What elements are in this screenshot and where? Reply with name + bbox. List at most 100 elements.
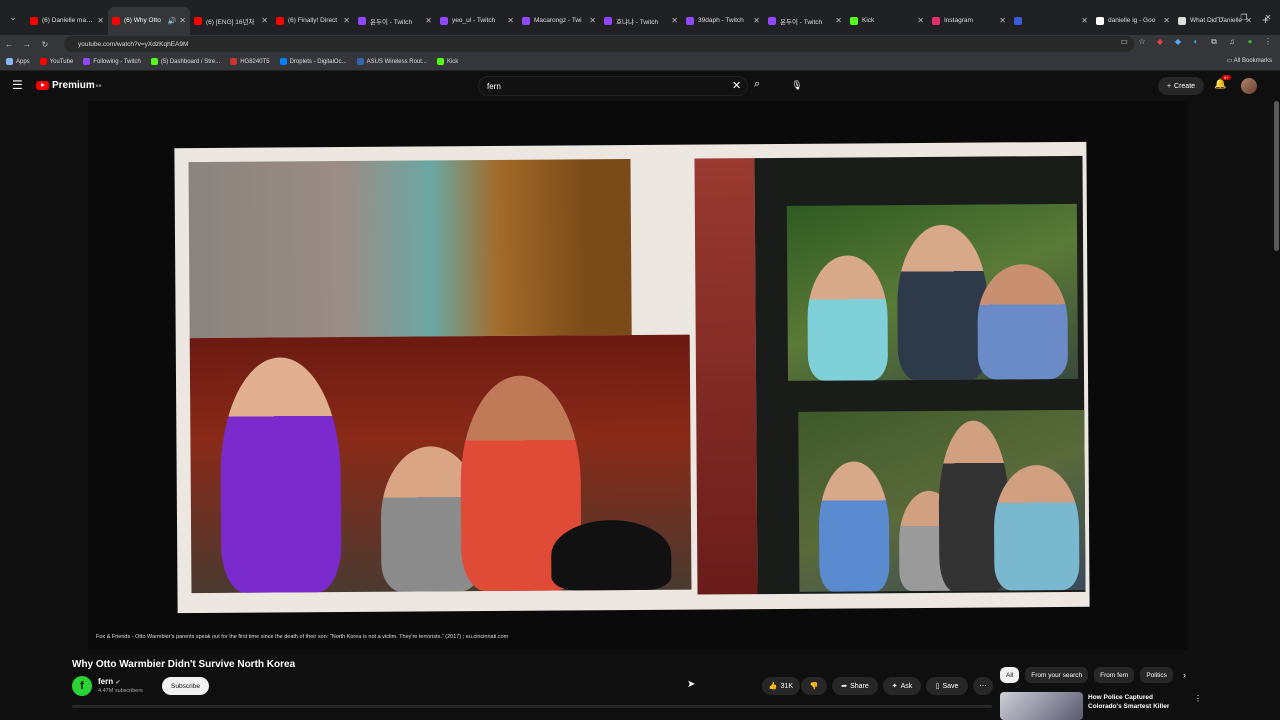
media-icon[interactable]: ♫ (1226, 37, 1238, 47)
tab-close-icon[interactable]: ✕ (917, 16, 924, 25)
browser-tab[interactable]: 39daph - Twitch ✕ (682, 7, 764, 35)
tab-close-icon[interactable]: ✕ (1081, 16, 1088, 25)
like-button[interactable]: 👍 31K (762, 677, 800, 695)
puzzle-icon[interactable]: ⧉ (1208, 37, 1220, 47)
logo-text: Premium (52, 80, 95, 91)
back-icon[interactable]: ← (0, 40, 18, 49)
save-button[interactable]: ▯ Save (926, 677, 968, 695)
tab-close-icon[interactable]: ✕ (507, 16, 514, 25)
dislike-button[interactable]: 👎 (801, 677, 827, 695)
kebab-menu-icon[interactable]: ⋮ (1262, 37, 1274, 47)
video-player[interactable] (88, 101, 1187, 650)
bookmark-item[interactable]: YouTube (39, 58, 73, 65)
chip-all[interactable]: All (1000, 667, 1020, 683)
tab-favicon-icon (1096, 16, 1104, 25)
bookmark-icon: ▯ (935, 683, 940, 690)
tab-close-icon[interactable]: ✕ (753, 16, 760, 25)
youtube-premium-logo[interactable]: Premium KR (36, 80, 102, 91)
page-scrollbar[interactable] (1274, 101, 1279, 251)
create-button[interactable]: + Create (1158, 77, 1204, 95)
bookmark-item[interactable]: Apps (6, 58, 30, 65)
recommendation-thumbnail[interactable] (1000, 692, 1083, 720)
search-input[interactable]: fern (478, 76, 748, 96)
tab-favicon-icon (112, 16, 120, 25)
bookmark-label: Kick (446, 58, 459, 65)
search-icon[interactable]: ⌕ (754, 78, 760, 91)
browser-tab[interactable]: (6) Danielle marsh ✕ (26, 7, 108, 35)
tab-close-icon[interactable]: ✕ (671, 16, 678, 25)
url-field[interactable]: youtube.com/watch?v=yXdzKqhEA9M (64, 36, 1134, 52)
recommendation-title[interactable]: How Police Captured Colorado's Smartest … (1088, 693, 1188, 720)
extension-icon[interactable]: ◆ (1172, 37, 1184, 47)
more-actions-button[interactable]: ⋯ (973, 677, 993, 695)
minimize-icon[interactable]: — (1208, 13, 1232, 22)
profile-icon[interactable]: ● (1244, 37, 1256, 47)
bookmark-item[interactable]: Following - Twitch (83, 58, 141, 65)
tab-search-button[interactable]: ⌄ (4, 9, 22, 27)
bookmark-favicon-icon (150, 58, 158, 65)
tab-close-icon[interactable]: ✕ (343, 16, 350, 25)
bookmark-item[interactable]: Kick (436, 58, 459, 65)
bookmark-item[interactable]: HG8240T5 (230, 58, 270, 65)
browser-tab[interactable]: ✕ (1010, 7, 1092, 35)
notifications-bell-icon[interactable]: 🔔 (1214, 79, 1226, 90)
browser-tab[interactable]: (6) [ENG] 16년차 ✕ (190, 7, 272, 35)
microphone-icon[interactable]: 🎙 (788, 76, 806, 94)
tab-title: 윤두이 - Twitch (370, 18, 413, 26)
browser-tab[interactable]: 윤두이 - Twitch ✕ (764, 7, 846, 35)
subscribe-button[interactable]: Subscribe (162, 677, 209, 695)
clear-search-icon[interactable]: ✕ (732, 79, 741, 92)
browser-tab[interactable]: danielle ig - Goo ✕ (1092, 7, 1174, 35)
tab-close-icon[interactable]: ✕ (261, 16, 268, 25)
ask-button[interactable]: ✦ Ask (883, 677, 921, 695)
forward-icon[interactable]: → (18, 40, 36, 49)
bookmark-star-icon[interactable]: ☆ (1136, 37, 1148, 47)
extension-icon[interactable]: ◆ (1154, 37, 1166, 47)
tab-title: Kick (862, 17, 875, 24)
share-button[interactable]: ➦ Share (832, 677, 878, 695)
tab-favicon-icon (768, 16, 776, 25)
tab-close-icon[interactable]: ✕ (179, 16, 186, 25)
browser-tab[interactable]: Kick ✕ (846, 7, 928, 35)
browser-tab[interactable]: (6) Finally! Direct ✕ (272, 7, 354, 35)
chip-from-channel[interactable]: From fern (1094, 667, 1135, 683)
tab-close-icon[interactable]: ✕ (425, 16, 432, 25)
browser-tab[interactable]: (6) Why Otto 🔊 ✕ (108, 6, 190, 35)
browser-tab[interactable]: 호냐냐 - Twitch ✕ (600, 7, 682, 35)
tab-audio-icon[interactable]: 🔊 (168, 17, 177, 25)
tab-close-icon[interactable]: ✕ (97, 16, 104, 25)
photo-siblings (786, 203, 1079, 381)
cast-icon[interactable]: ▭ (1118, 37, 1130, 47)
recommendation-chips: All From your search From fern Politics … (1000, 667, 1186, 683)
browser-tab[interactable]: 윤두이 - Twitch ✕ (354, 7, 436, 35)
tab-favicon-icon (30, 16, 38, 25)
tab-close-icon[interactable]: ✕ (1163, 16, 1170, 25)
tab-close-icon[interactable]: ✕ (999, 16, 1006, 25)
browser-tab[interactable]: Instagram ✕ (928, 7, 1010, 35)
account-avatar[interactable] (1241, 78, 1257, 94)
channel-avatar[interactable]: f (72, 676, 92, 696)
chip-from-search[interactable]: From your search (1025, 667, 1089, 683)
tab-title: 39daph - Twitch (698, 17, 744, 24)
browser-tab[interactable]: yeo_ul - Twitch ✕ (436, 7, 518, 35)
tab-strip: (6) Danielle marsh ✕ (6) Why Otto 🔊 ✕ (6) [EN… (26, 1, 1256, 35)
tab-close-icon[interactable]: ✕ (589, 16, 596, 25)
recommendation-menu-icon[interactable]: ⋮ (1194, 694, 1202, 703)
extension-icon[interactable]: ◐ (1190, 37, 1202, 47)
close-window-icon[interactable]: ✕ (1256, 13, 1280, 22)
hamburger-menu-icon[interactable]: ☰ (12, 78, 23, 92)
tab-close-icon[interactable]: ✕ (835, 16, 842, 25)
bookmark-item[interactable]: (5) Dashboard / Stre... (150, 58, 220, 65)
chevron-right-icon[interactable]: › (1183, 670, 1186, 680)
tab-favicon-icon (194, 16, 202, 25)
bookmark-item[interactable]: ASUS Wireless Rout... (356, 58, 427, 65)
bookmark-label: Droplets - DigitalOc... (289, 58, 347, 65)
chip-politics[interactable]: Politics (1140, 667, 1173, 683)
reload-icon[interactable]: ↻ (36, 40, 54, 49)
restore-icon[interactable]: ❐ (1232, 13, 1256, 22)
browser-tab[interactable]: Macarongz - Twi ✕ (518, 7, 600, 35)
all-bookmarks-button[interactable]: ▭ All Bookmarks (1227, 57, 1272, 64)
channel-name[interactable]: fern ✔ (98, 677, 120, 686)
bookmark-item[interactable]: Droplets - DigitalOc... (279, 58, 347, 65)
photo-panel-top (188, 159, 632, 339)
